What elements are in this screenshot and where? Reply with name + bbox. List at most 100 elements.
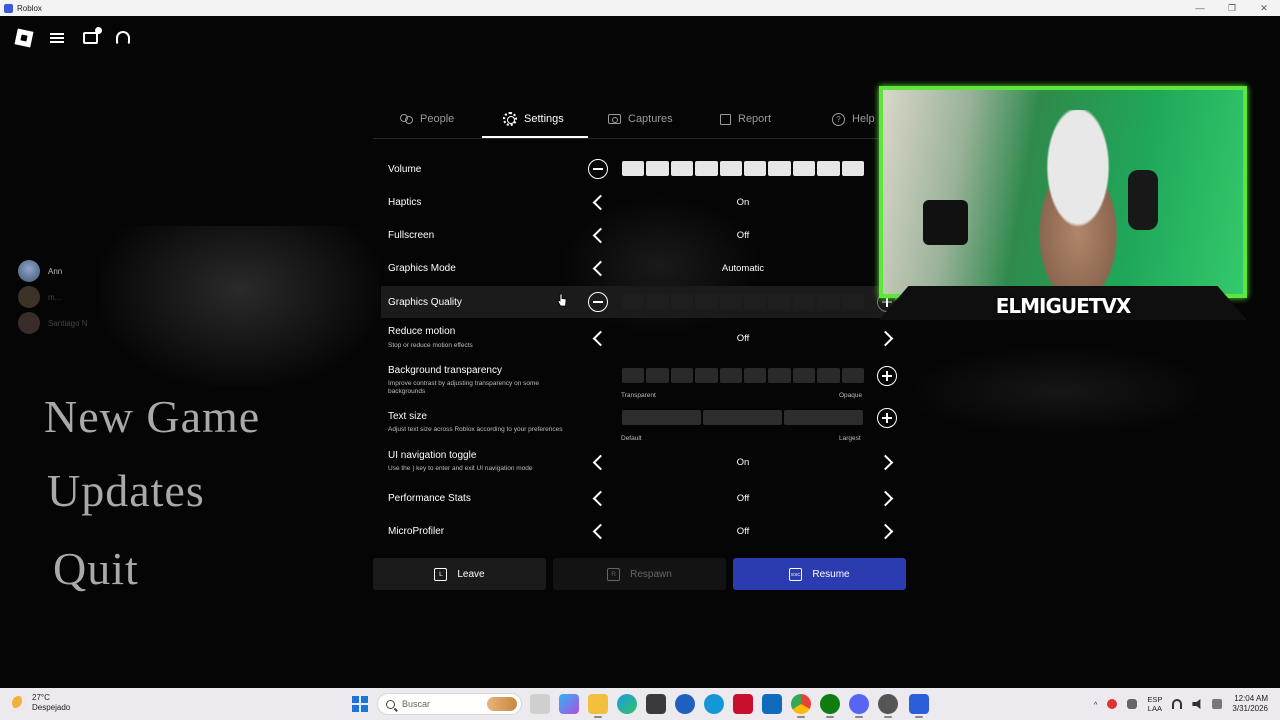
store-icon[interactable] [646,694,666,714]
player-entry[interactable]: Ann [18,258,88,284]
graphics-quality-decrease-button[interactable] [588,292,608,312]
quit-option[interactable]: Quit [53,542,139,595]
chevron-up-icon[interactable]: ^ [1094,700,1098,709]
roblox-taskbar-icon[interactable] [909,694,929,718]
minimize-button[interactable]: — [1184,3,1216,14]
chevron-left-icon[interactable] [589,193,607,211]
slider-segment[interactable] [670,368,694,383]
clock[interactable]: 12:04 AM 3/31/2026 [1232,694,1268,714]
chevron-right-icon[interactable] [878,489,896,507]
slider-segment[interactable] [695,294,718,309]
file-explorer-icon[interactable] [588,694,608,718]
chevron-left-icon[interactable] [589,259,607,277]
slider-segment[interactable] [670,294,694,309]
chat-button[interactable] [78,26,102,50]
slider-segment[interactable] [792,294,816,309]
volume-slider[interactable] [622,161,864,176]
text-size-increase-button[interactable] [877,408,897,428]
text-size-slider[interactable] [622,410,863,425]
slider-segment[interactable] [622,294,645,309]
voice-button[interactable] [111,26,135,50]
slider-segment[interactable] [792,161,816,176]
chevron-left-icon[interactable] [589,489,607,507]
slider-segment[interactable] [768,294,791,309]
slider-segment[interactable] [670,161,694,176]
start-button[interactable] [352,696,368,712]
support-icon[interactable] [704,694,724,714]
maximize-button[interactable]: ❐ [1216,3,1248,14]
volume-icon[interactable] [1192,699,1201,709]
graphics-quality-slider[interactable] [622,294,864,309]
tab-settings[interactable]: Settings [503,100,564,138]
close-button[interactable]: ✕ [1248,3,1280,14]
slider-segment[interactable] [841,294,864,309]
slider-segment[interactable] [719,294,742,309]
setting-row-text-size: Text size Adjust text size across Roblox… [381,408,907,445]
player-entry[interactable]: Santiago N [18,310,88,336]
mail-icon[interactable] [762,694,782,714]
resume-button[interactable]: ESC Resume [733,558,906,590]
slider-segment[interactable] [622,161,645,176]
roblox-menu-button[interactable] [12,26,36,50]
slider-segment[interactable] [743,294,767,309]
taskbar-search[interactable]: Buscar [377,693,522,715]
xbox-icon[interactable] [820,694,840,718]
respawn-button[interactable]: R Respawn [553,558,726,590]
volume-decrease-button[interactable] [588,159,608,179]
language-indicator[interactable]: ESP LAA [1147,695,1162,713]
slider-segment[interactable] [719,368,742,383]
discord-icon[interactable] [849,694,869,718]
chrome-icon[interactable] [791,694,811,718]
new-game-option[interactable]: New Game [44,390,260,443]
slider-segment[interactable] [703,410,782,425]
chevron-left-icon[interactable] [589,329,607,347]
hp-icon[interactable] [675,694,695,714]
edge-icon[interactable] [617,694,637,714]
player-entry[interactable]: m... [18,284,88,310]
chevron-left-icon[interactable] [589,522,607,540]
slider-segment[interactable] [817,161,840,176]
slider-segment[interactable] [817,368,840,383]
chevron-left-icon[interactable] [589,453,607,471]
slider-segment[interactable] [817,294,840,309]
slider-segment[interactable] [646,368,669,383]
slider-segment[interactable] [841,161,864,176]
slider-segment[interactable] [695,161,718,176]
microphone-icon[interactable] [1127,699,1138,709]
slider-segment[interactable] [743,368,767,383]
slider-segment[interactable] [622,410,701,425]
slider-segment[interactable] [792,368,816,383]
weather-widget[interactable]: 27°C Despejado [12,693,70,713]
slider-segment[interactable] [768,161,791,176]
slider-segment[interactable] [743,161,767,176]
chevron-right-icon[interactable] [878,453,896,471]
mcafee-icon[interactable] [733,694,753,714]
slider-segment[interactable] [695,368,718,383]
tray-app-icon[interactable] [1107,699,1118,709]
battery-icon[interactable] [1212,699,1223,709]
slider-segment[interactable] [784,410,863,425]
background-transparency-increase-button[interactable] [877,366,897,386]
chevron-right-icon[interactable] [878,329,896,347]
tab-help[interactable]: ? Help [832,100,875,138]
slider-segment[interactable] [841,368,864,383]
task-view-icon[interactable] [530,694,550,714]
slider-segment[interactable] [768,368,791,383]
slider-segment[interactable] [622,368,645,383]
background-transparency-slider[interactable] [622,368,864,383]
tab-people[interactable]: People [400,100,454,138]
hamburger-button[interactable] [45,26,69,50]
copilot-icon[interactable] [559,694,579,714]
leave-button[interactable]: L Leave [373,558,546,590]
updates-option[interactable]: Updates [47,464,205,517]
tab-report[interactable]: Report [720,100,771,138]
blurred-scene [900,346,1220,436]
tab-captures[interactable]: Captures [608,100,673,138]
wifi-icon[interactable] [1172,699,1183,709]
chevron-right-icon[interactable] [878,522,896,540]
chevron-left-icon[interactable] [589,226,607,244]
obs-icon[interactable] [878,694,898,718]
slider-segment[interactable] [646,161,669,176]
slider-segment[interactable] [646,294,669,309]
slider-segment[interactable] [719,161,742,176]
